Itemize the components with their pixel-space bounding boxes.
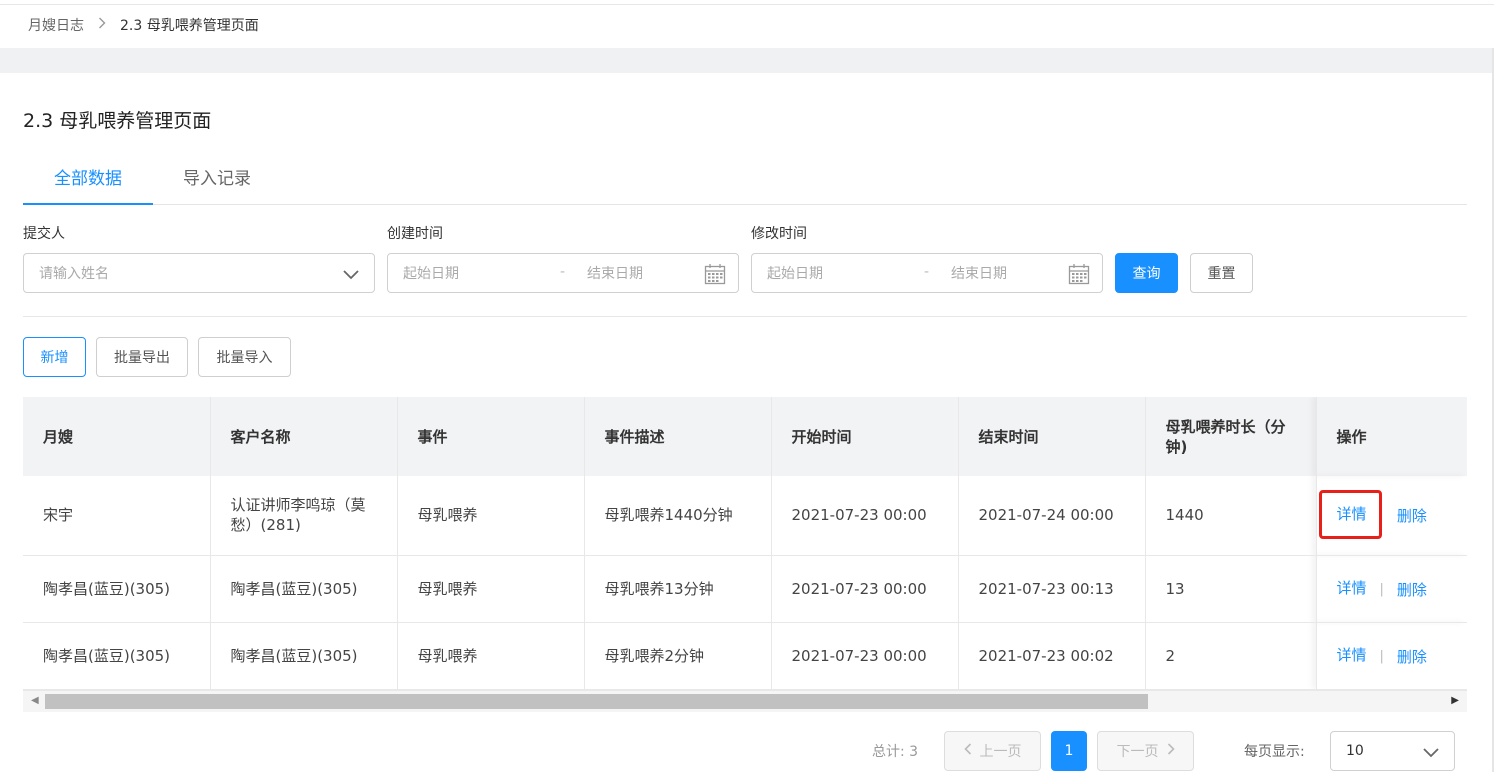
range-dash: - xyxy=(560,264,566,280)
cell-start-time: 2021-07-23 00:00 xyxy=(771,622,959,690)
horizontal-scrollbar[interactable]: ◀ ▶ xyxy=(23,690,1467,712)
calendar-icon[interactable] xyxy=(704,263,726,289)
cell-actions: 详情 | 删除 xyxy=(1315,555,1467,623)
chevron-right-icon xyxy=(98,17,106,33)
cell-event: 母乳喂养 xyxy=(397,476,585,556)
cell-nanny: 陶孝昌(蓝豆)(305) xyxy=(23,622,211,690)
modified-date-range[interactable]: 起始日期 - 结束日期 xyxy=(751,253,1103,293)
page-title: 2.3 母乳喂养管理页面 xyxy=(23,110,212,132)
tab-bar: 全部数据 导入记录 xyxy=(23,160,1467,205)
submitter-label: 提交人 xyxy=(23,226,65,242)
table-row: 陶孝昌(蓝豆)(305) 陶孝昌(蓝豆)(305) 母乳喂养 母乳喂养2分钟 2… xyxy=(23,622,1467,690)
header-separator xyxy=(0,48,1494,73)
created-date-range[interactable]: 起始日期 - 结束日期 xyxy=(387,253,739,293)
created-start-input[interactable]: 起始日期 xyxy=(388,263,459,283)
cell-end-time: 2021-07-23 00:02 xyxy=(958,622,1146,690)
chevron-down-icon xyxy=(342,265,360,287)
top-border xyxy=(0,0,1494,5)
cell-nanny: 陶孝昌(蓝豆)(305) xyxy=(23,555,211,623)
modified-time-label: 修改时间 xyxy=(751,226,807,242)
column-header-actions: 操作 xyxy=(1315,397,1467,476)
add-button[interactable]: 新增 xyxy=(23,337,86,377)
breadcrumb-root[interactable]: 月嫂日志 xyxy=(28,15,84,35)
delete-link[interactable]: 删除 xyxy=(1397,581,1427,599)
tab-all-data[interactable]: 全部数据 xyxy=(23,160,153,205)
cell-description: 母乳喂养13分钟 xyxy=(584,555,772,623)
cell-event: 母乳喂养 xyxy=(397,555,585,623)
column-header: 母乳喂养时长（分钟) xyxy=(1145,397,1317,476)
breadcrumb: 月嫂日志 2.3 母乳喂养管理页面 xyxy=(28,14,259,36)
cell-customer: 认证讲师李鸣琼（莫愁）(281) xyxy=(210,476,398,556)
submitter-placeholder: 请输入姓名 xyxy=(39,266,109,282)
table-row: 宋宇 认证讲师李鸣琼（莫愁）(281) 母乳喂养 母乳喂养1440分钟 2021… xyxy=(23,476,1467,556)
next-page-button[interactable]: 下一页 xyxy=(1097,731,1194,771)
delete-link[interactable]: 删除 xyxy=(1397,648,1427,666)
prev-page-label: 上一页 xyxy=(979,744,1022,760)
chevron-left-icon xyxy=(963,743,972,759)
highlight-box xyxy=(1319,490,1382,539)
calendar-icon[interactable] xyxy=(1068,263,1090,289)
cell-description: 母乳喂养1440分钟 xyxy=(584,476,772,556)
cell-start-time: 2021-07-23 00:00 xyxy=(771,476,959,556)
next-page-label: 下一页 xyxy=(1116,744,1159,760)
divider xyxy=(23,316,1467,317)
cell-end-time: 2021-07-23 00:13 xyxy=(958,555,1146,623)
scroll-right-icon[interactable]: ▶ xyxy=(1451,695,1459,706)
cell-start-time: 2021-07-23 00:00 xyxy=(771,555,959,623)
column-header: 开始时间 xyxy=(771,397,959,476)
action-separator: | xyxy=(1379,648,1384,664)
cell-event: 母乳喂养 xyxy=(397,622,585,690)
reset-button[interactable]: 重置 xyxy=(1190,253,1253,293)
modified-start-input[interactable]: 起始日期 xyxy=(752,263,823,283)
created-time-label: 创建时间 xyxy=(387,226,443,242)
modified-end-input[interactable]: 结束日期 xyxy=(951,263,1007,283)
cell-actions: 详情 | 删除 xyxy=(1315,622,1467,690)
cell-duration: 13 xyxy=(1145,555,1317,623)
cell-description: 母乳喂养2分钟 xyxy=(584,622,772,690)
batch-export-button[interactable]: 批量导出 xyxy=(96,337,188,377)
action-separator: | xyxy=(1379,581,1384,597)
cell-nanny: 宋宇 xyxy=(23,476,211,556)
column-header: 结束时间 xyxy=(958,397,1146,476)
query-button[interactable]: 查询 xyxy=(1115,253,1178,293)
scrollbar-thumb[interactable] xyxy=(45,694,1148,709)
detail-link[interactable]: 详情 xyxy=(1337,579,1367,597)
data-table: 月嫂 客户名称 事件 事件描述 开始时间 结束时间 母乳喂养时长（分钟) 操作 … xyxy=(23,397,1467,712)
cell-customer: 陶孝昌(蓝豆)(305) xyxy=(210,555,398,623)
column-header: 事件描述 xyxy=(584,397,772,476)
column-header: 客户名称 xyxy=(210,397,398,476)
detail-link[interactable]: 详情 xyxy=(1337,646,1367,664)
breadcrumb-current: 2.3 母乳喂养管理页面 xyxy=(120,18,259,34)
chevron-down-icon xyxy=(1422,743,1440,765)
batch-import-button[interactable]: 批量导入 xyxy=(198,337,291,377)
submitter-select[interactable]: 请输入姓名 xyxy=(23,253,375,293)
page-number-current[interactable]: 1 xyxy=(1051,731,1087,771)
per-page-select[interactable]: 10 xyxy=(1330,731,1455,771)
range-dash: - xyxy=(924,264,930,280)
scroll-left-icon[interactable]: ◀ xyxy=(31,695,39,706)
per-page-value: 10 xyxy=(1346,743,1364,759)
cell-duration: 2 xyxy=(1145,622,1317,690)
delete-link[interactable]: 删除 xyxy=(1397,507,1427,525)
cell-end-time: 2021-07-24 00:00 xyxy=(958,476,1146,556)
cell-customer: 陶孝昌(蓝豆)(305) xyxy=(210,622,398,690)
column-header: 事件 xyxy=(397,397,585,476)
created-end-input[interactable]: 结束日期 xyxy=(587,263,643,283)
prev-page-button[interactable]: 上一页 xyxy=(944,731,1041,771)
cell-duration: 1440 xyxy=(1145,476,1317,556)
chevron-right-icon xyxy=(1167,743,1175,759)
tab-import-records[interactable]: 导入记录 xyxy=(183,160,251,205)
total-count: 总计: 3 xyxy=(872,744,919,760)
table-row: 陶孝昌(蓝豆)(305) 陶孝昌(蓝豆)(305) 母乳喂养 母乳喂养13分钟 … xyxy=(23,555,1467,623)
column-header: 月嫂 xyxy=(23,397,211,476)
per-page-label: 每页显示: xyxy=(1244,744,1305,760)
table-header-row: 月嫂 客户名称 事件 事件描述 开始时间 结束时间 母乳喂养时长（分钟) 操作 xyxy=(23,397,1467,476)
